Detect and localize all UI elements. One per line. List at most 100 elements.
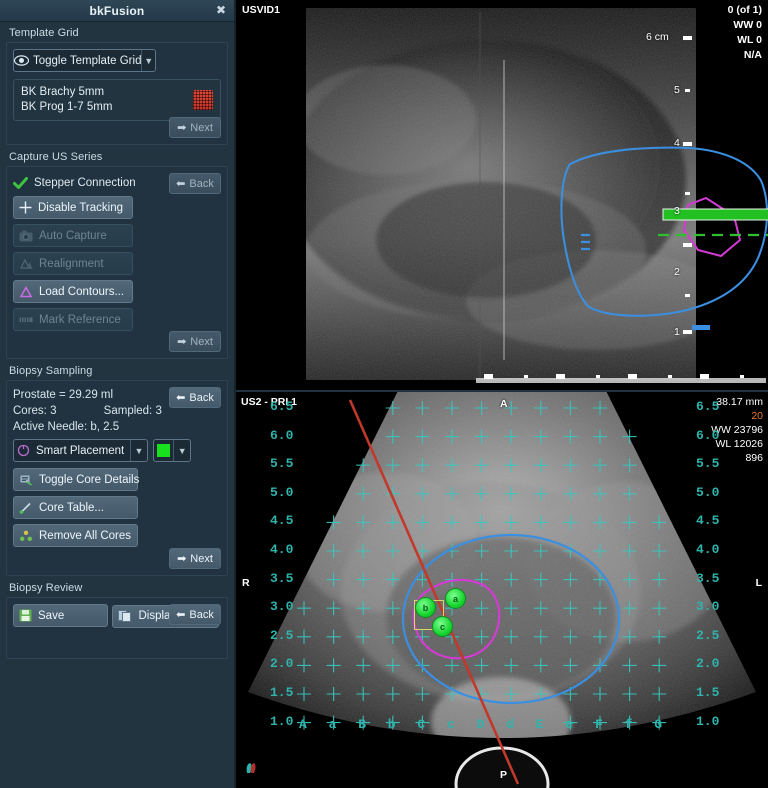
grid-column-label-8: E xyxy=(535,717,544,732)
group-biopsy-review: Biopsy Review Save Display ⬅ Back xyxy=(6,581,228,659)
base-marker xyxy=(692,325,710,330)
remove-all-cores-label: Remove All Cores xyxy=(39,529,132,542)
realignment-label: Realignment xyxy=(39,257,104,270)
report-icon xyxy=(118,610,132,622)
toggle-template-grid-dropdown[interactable]: Toggle Template Grid ▼ xyxy=(13,49,156,72)
na-label: N/A xyxy=(743,49,762,61)
remove-all-cores-button[interactable]: Remove All Cores xyxy=(13,524,138,547)
close-icon[interactable]: ✖ xyxy=(214,3,228,17)
group-template-grid: Template Grid Toggle Template Grid ▼ BK … xyxy=(6,26,228,145)
toggle-template-grid-label: Toggle Template Grid xyxy=(33,54,142,67)
arrow-right-icon: ➡ xyxy=(177,553,187,565)
sampling-next-button[interactable]: ➡ Next xyxy=(169,548,221,569)
image-viewer: USVID1 0 (of 1) WW 0 WL 0 N/A 6 cm 5 4 3… xyxy=(236,0,768,788)
review-back-button[interactable]: ⬅ Back xyxy=(169,604,221,625)
next-label: Next xyxy=(190,335,213,348)
template-grid-item[interactable]: BK Brachy 5mm BK Prog 1-7 5mm xyxy=(13,79,221,121)
orientation-right: R xyxy=(242,577,250,589)
grid-row-label-right-3.5: 3.5 xyxy=(696,570,720,586)
orientation-posterior: P xyxy=(500,769,508,781)
contour-icon xyxy=(19,285,33,298)
auto-capture-button: Auto Capture xyxy=(13,224,133,247)
grid-row-label-right-5.5: 5.5 xyxy=(696,456,720,472)
grid-row-label-left-6.0: 6.0 xyxy=(270,427,294,443)
grid-column-label-2: B xyxy=(358,717,366,732)
window-title: bkFusion xyxy=(89,3,145,18)
camera-icon xyxy=(19,230,33,242)
save-button[interactable]: Save xyxy=(13,604,108,627)
core-marker-a[interactable]: a xyxy=(445,588,466,609)
frame-counter: 0 (of 1) xyxy=(727,4,762,16)
sampled-count-text: Sampled: 3 xyxy=(103,405,162,417)
grid-column-label-0: A xyxy=(299,717,307,732)
load-contours-button[interactable]: Load Contours... xyxy=(13,280,133,303)
grid-row-label-right-6.5: 6.5 xyxy=(696,399,720,414)
grid-row-label-right-2.5: 2.5 xyxy=(696,627,720,643)
marker-icon xyxy=(19,314,33,325)
horizontal-ruler xyxy=(476,378,766,383)
grid-row-label-left-6.5: 6.5 xyxy=(270,399,294,414)
grid-column-label-3: b xyxy=(387,717,396,732)
orientation-left: L xyxy=(755,577,762,589)
grid-row-label-right-1.0: 1.0 xyxy=(696,713,720,729)
chevron-down-icon[interactable]: ▼ xyxy=(173,440,190,461)
template-grid-next-button[interactable]: ➡ Next xyxy=(169,117,221,138)
group-label-capture-us-series: Capture US Series xyxy=(9,151,103,163)
grid-column-label-1: a xyxy=(328,717,337,732)
realign-icon xyxy=(19,258,33,270)
core-marker-b[interactable]: b xyxy=(415,597,436,618)
capture-next-button[interactable]: ➡ Next xyxy=(169,331,221,352)
group-capture-us-series: Capture US Series Stepper Connection Dis… xyxy=(6,150,228,359)
grid-row-label-left-3.0: 3.0 xyxy=(270,599,294,615)
stepper-connection-label: Stepper Connection xyxy=(34,177,136,189)
green-check-icon xyxy=(13,176,28,190)
orientation-anterior: A xyxy=(500,398,508,410)
back-label: Back xyxy=(189,391,214,404)
arrow-right-icon: ➡ xyxy=(177,122,187,134)
arrow-left-icon: ⬅ xyxy=(176,392,186,404)
template-grid-line1: BK Brachy 5mm xyxy=(21,86,105,98)
depth-label-3: 3 xyxy=(674,205,680,217)
chevron-down-icon[interactable]: ▼ xyxy=(130,440,147,461)
axial-value-label: 896 xyxy=(745,452,763,464)
arrow-right-icon: ➡ xyxy=(177,336,187,348)
orientation-marker-icon xyxy=(244,761,258,780)
grid-row-label-right-5.0: 5.0 xyxy=(696,484,720,500)
template-grid-line2: BK Prog 1-7 5mm xyxy=(21,101,113,113)
capture-back-button[interactable]: ⬅ Back xyxy=(169,173,221,194)
cores-count-text: Cores: 3 xyxy=(13,405,57,417)
load-contours-label: Load Contours... xyxy=(39,285,125,298)
core-table-label: Core Table... xyxy=(39,501,104,514)
core-marker-c[interactable]: c xyxy=(432,616,453,637)
window-width-top: WW 0 xyxy=(733,19,762,31)
chevron-down-icon[interactable]: ▼ xyxy=(141,50,155,71)
sagittal-image-panel[interactable]: USVID1 0 (of 1) WW 0 WL 0 N/A 6 cm 5 4 3… xyxy=(236,0,768,392)
sampling-back-button[interactable]: ⬅ Back xyxy=(169,387,221,408)
group-label-biopsy-review: Biopsy Review xyxy=(9,582,83,594)
cores-icon xyxy=(19,530,33,542)
details-icon xyxy=(19,474,33,486)
axial-image-panel[interactable]: b a c US2 - PRI 1 -38.17 mm 20 WW 23796 … xyxy=(236,392,768,788)
toggle-core-details-button[interactable]: Toggle Core Details xyxy=(13,468,139,491)
prostate-icon xyxy=(14,444,32,457)
grid-row-label-left-1.5: 1.5 xyxy=(270,685,294,700)
core-color-dropdown[interactable]: ▼ xyxy=(153,439,191,462)
group-label-biopsy-sampling: Biopsy Sampling xyxy=(9,365,93,377)
grid-row-label-right-4.5: 4.5 xyxy=(696,513,720,529)
smart-placement-dropdown[interactable]: Smart Placement ▼ xyxy=(13,439,148,462)
disable-tracking-button[interactable]: Disable Tracking xyxy=(13,196,133,219)
grid-row-label-left-4.5: 4.5 xyxy=(270,513,294,529)
grid-row-label-right-6.0: 6.0 xyxy=(696,427,720,443)
grid-row-label-left-5.0: 5.0 xyxy=(270,484,294,500)
core-table-button[interactable]: Core Table... xyxy=(13,496,138,519)
color-swatch xyxy=(154,444,173,457)
auto-capture-label: Auto Capture xyxy=(39,229,107,242)
arrow-left-icon: ⬅ xyxy=(176,609,186,621)
sidebar-content: Template Grid Toggle Template Grid ▼ BK … xyxy=(0,22,234,788)
eye-icon xyxy=(14,55,29,66)
grid-row-label-right-3.0: 3.0 xyxy=(696,599,720,615)
depth-label-5: 5 xyxy=(674,84,680,96)
group-label-template-grid: Template Grid xyxy=(9,27,79,39)
axial-ultrasound-image xyxy=(236,392,768,788)
save-label: Save xyxy=(38,609,65,622)
